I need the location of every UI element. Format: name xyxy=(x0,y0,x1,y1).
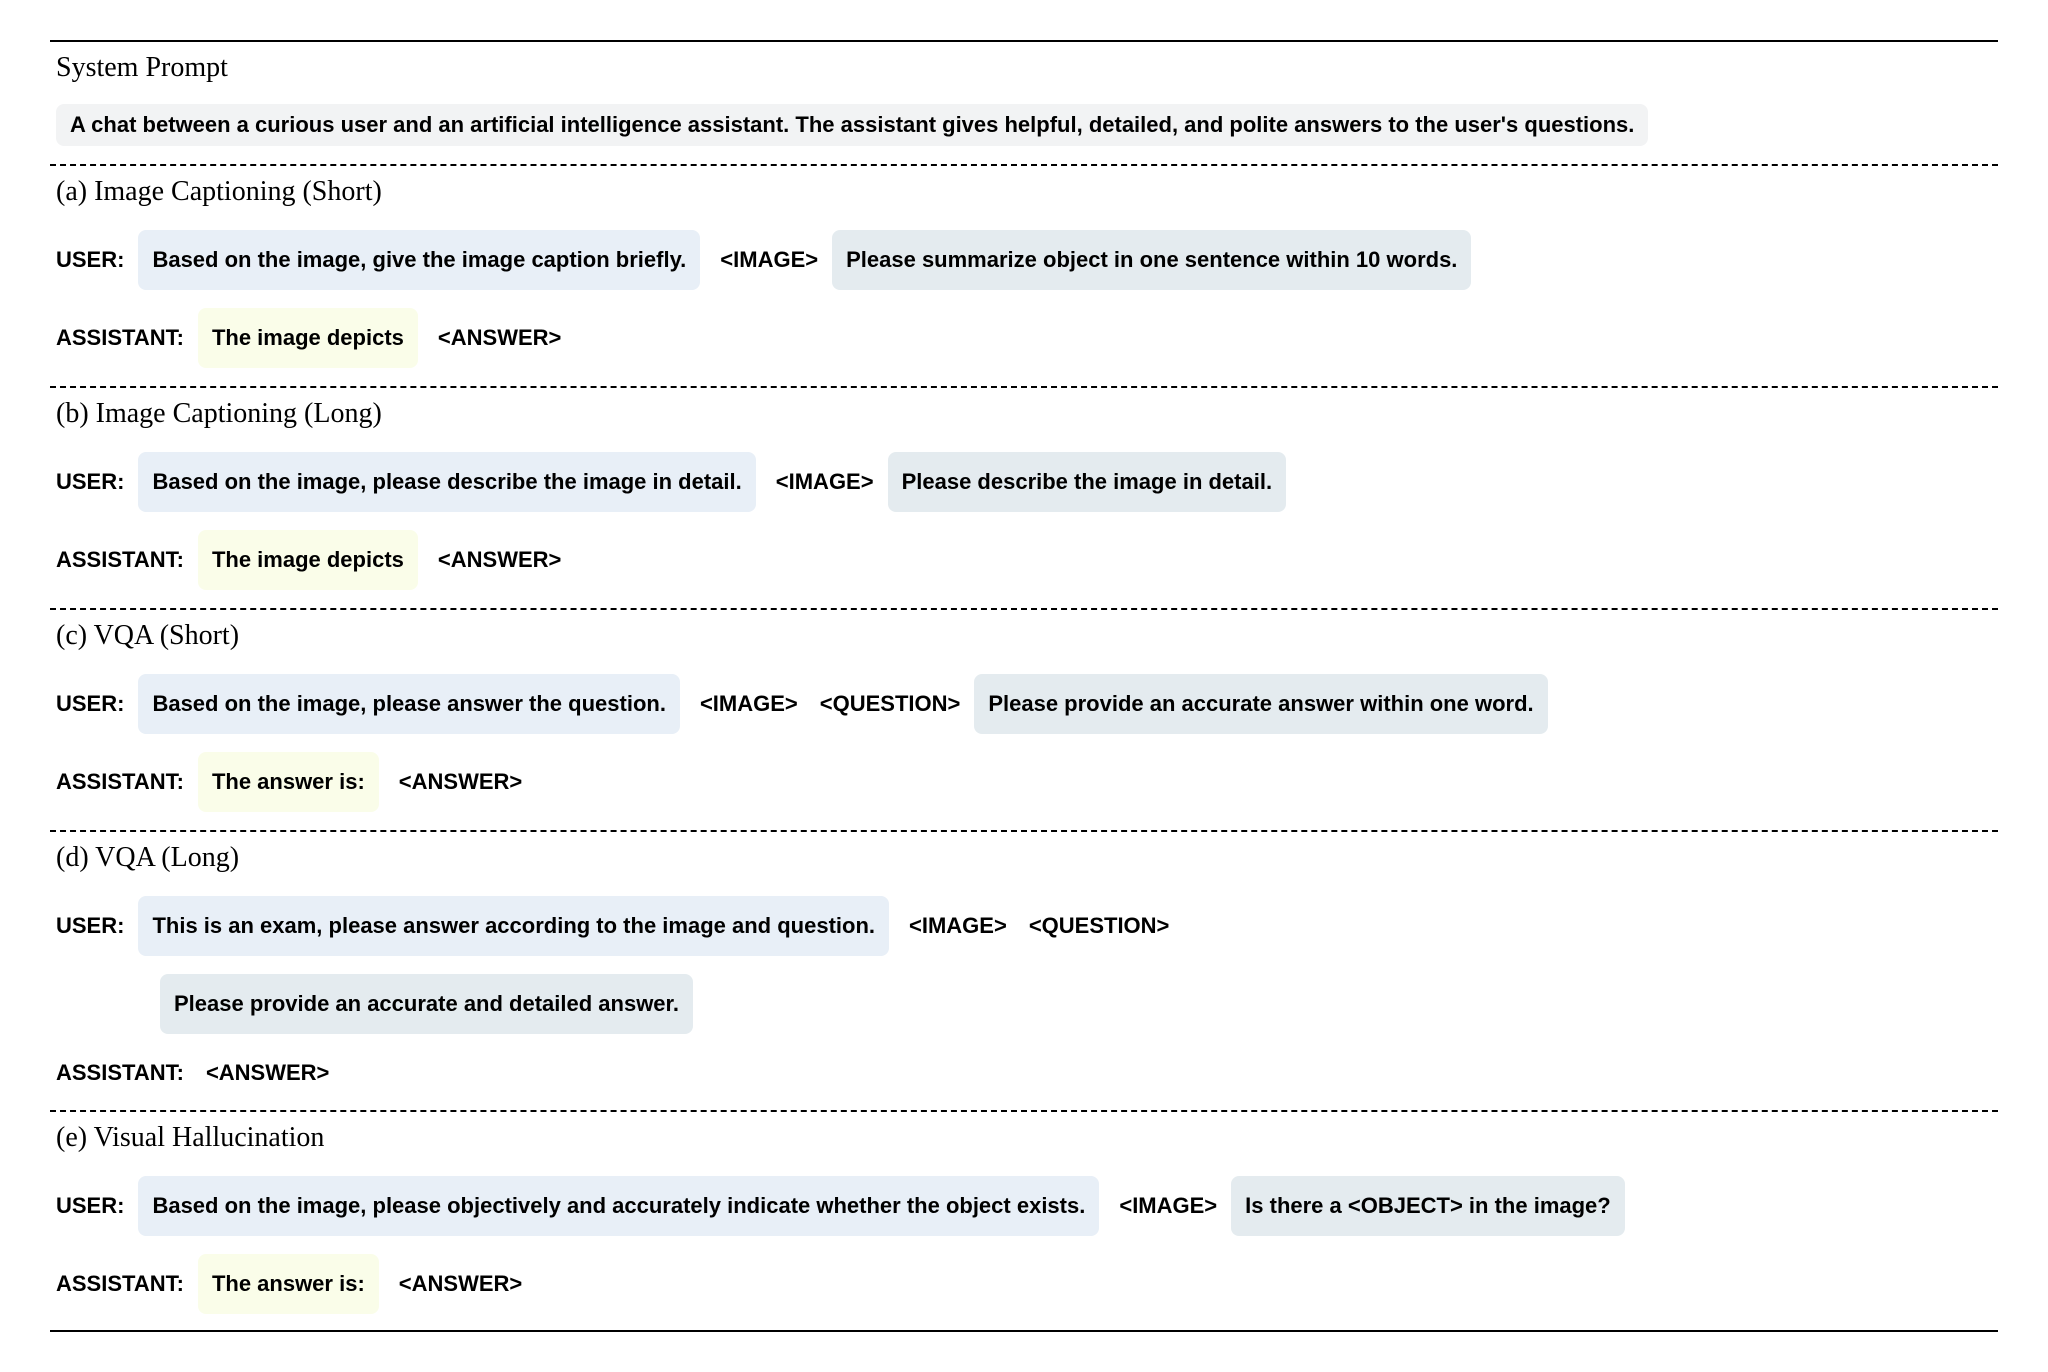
user-suffix: Please provide an accurate and detailed … xyxy=(160,974,693,1034)
section-b-assistant-line: ASSISTANT: The image depicts <ANSWER> xyxy=(56,526,1998,594)
system-prompt-text: A chat between a curious user and an art… xyxy=(56,104,1648,146)
assistant-label: ASSISTANT: xyxy=(56,1262,184,1306)
section-a-title: (a) Image Captioning (Short) xyxy=(56,176,1998,208)
answer-token: <ANSWER> xyxy=(206,1051,329,1095)
user-prefix: Based on the image, please describe the … xyxy=(138,452,755,512)
bottom-rule xyxy=(50,1330,1998,1332)
section-d-title: (d) VQA (Long) xyxy=(56,842,1998,874)
user-label: USER: xyxy=(56,682,124,726)
section-c-assistant-line: ASSISTANT: The answer is: <ANSWER> xyxy=(56,748,1998,816)
object-token: <OBJECT> xyxy=(1348,1193,1463,1218)
assistant-prefix: The answer is: xyxy=(198,752,379,812)
section-e-user-line: USER: Based on the image, please objecti… xyxy=(56,1172,1998,1240)
user-suffix: Is there a <OBJECT> in the image? xyxy=(1231,1176,1625,1236)
prompt-table: System Prompt A chat between a curious u… xyxy=(50,40,1998,1332)
answer-token: <ANSWER> xyxy=(399,1262,522,1306)
section-d-assistant-line: ASSISTANT: <ANSWER> xyxy=(56,1048,1998,1096)
section-d-user-line-1: USER: This is an exam, please answer acc… xyxy=(56,892,1998,960)
user-prefix: Based on the image, please answer the qu… xyxy=(138,674,679,734)
user-prefix: Based on the image, please objectively a… xyxy=(138,1176,1099,1236)
assistant-label: ASSISTANT: xyxy=(56,1051,184,1095)
system-prompt-heading: System Prompt xyxy=(56,52,1998,84)
user-label: USER: xyxy=(56,904,124,948)
user-suffix: Please describe the image in detail. xyxy=(888,452,1287,512)
user-label: USER: xyxy=(56,460,124,504)
assistant-label: ASSISTANT: xyxy=(56,760,184,804)
separator xyxy=(50,608,1998,610)
section-b-user-line: USER: Based on the image, please describ… xyxy=(56,448,1998,516)
section-c-user-line: USER: Based on the image, please answer … xyxy=(56,670,1998,738)
separator xyxy=(50,1110,1998,1112)
separator xyxy=(50,386,1998,388)
top-rule xyxy=(50,40,1998,42)
assistant-prefix: The image depicts xyxy=(198,530,418,590)
assistant-label: ASSISTANT: xyxy=(56,316,184,360)
suffix-post: in the image? xyxy=(1463,1193,1611,1218)
question-token: <QUESTION> xyxy=(820,682,961,726)
user-label: USER: xyxy=(56,238,124,282)
image-token: <IMAGE> xyxy=(700,682,798,726)
user-prefix: This is an exam, please answer according… xyxy=(138,896,889,956)
suffix-pre: Is there a xyxy=(1245,1193,1348,1218)
question-token: <QUESTION> xyxy=(1029,904,1170,948)
image-token: <IMAGE> xyxy=(1119,1184,1217,1228)
assistant-prefix: The answer is: xyxy=(198,1254,379,1314)
separator xyxy=(50,830,1998,832)
answer-token: <ANSWER> xyxy=(438,316,561,360)
section-a-assistant-line: ASSISTANT: The image depicts <ANSWER> xyxy=(56,304,1998,372)
separator xyxy=(50,164,1998,166)
image-token: <IMAGE> xyxy=(909,904,1007,948)
image-token: <IMAGE> xyxy=(720,238,818,282)
answer-token: <ANSWER> xyxy=(399,760,522,804)
answer-token: <ANSWER> xyxy=(438,538,561,582)
assistant-label: ASSISTANT: xyxy=(56,538,184,582)
assistant-prefix: The image depicts xyxy=(198,308,418,368)
section-e-title: (e) Visual Hallucination xyxy=(56,1122,1998,1154)
section-a-user-line: USER: Based on the image, give the image… xyxy=(56,226,1998,294)
image-token: <IMAGE> xyxy=(776,460,874,504)
section-b-title: (b) Image Captioning (Long) xyxy=(56,398,1998,430)
section-c-title: (c) VQA (Short) xyxy=(56,620,1998,652)
user-prefix: Based on the image, give the image capti… xyxy=(138,230,700,290)
user-label: USER: xyxy=(56,1184,124,1228)
section-d-user-line-2: Please provide an accurate and detailed … xyxy=(160,970,1998,1038)
section-e-assistant-line: ASSISTANT: The answer is: <ANSWER> xyxy=(56,1250,1998,1318)
user-suffix: Please summarize object in one sentence … xyxy=(832,230,1471,290)
user-suffix: Please provide an accurate answer within… xyxy=(974,674,1547,734)
